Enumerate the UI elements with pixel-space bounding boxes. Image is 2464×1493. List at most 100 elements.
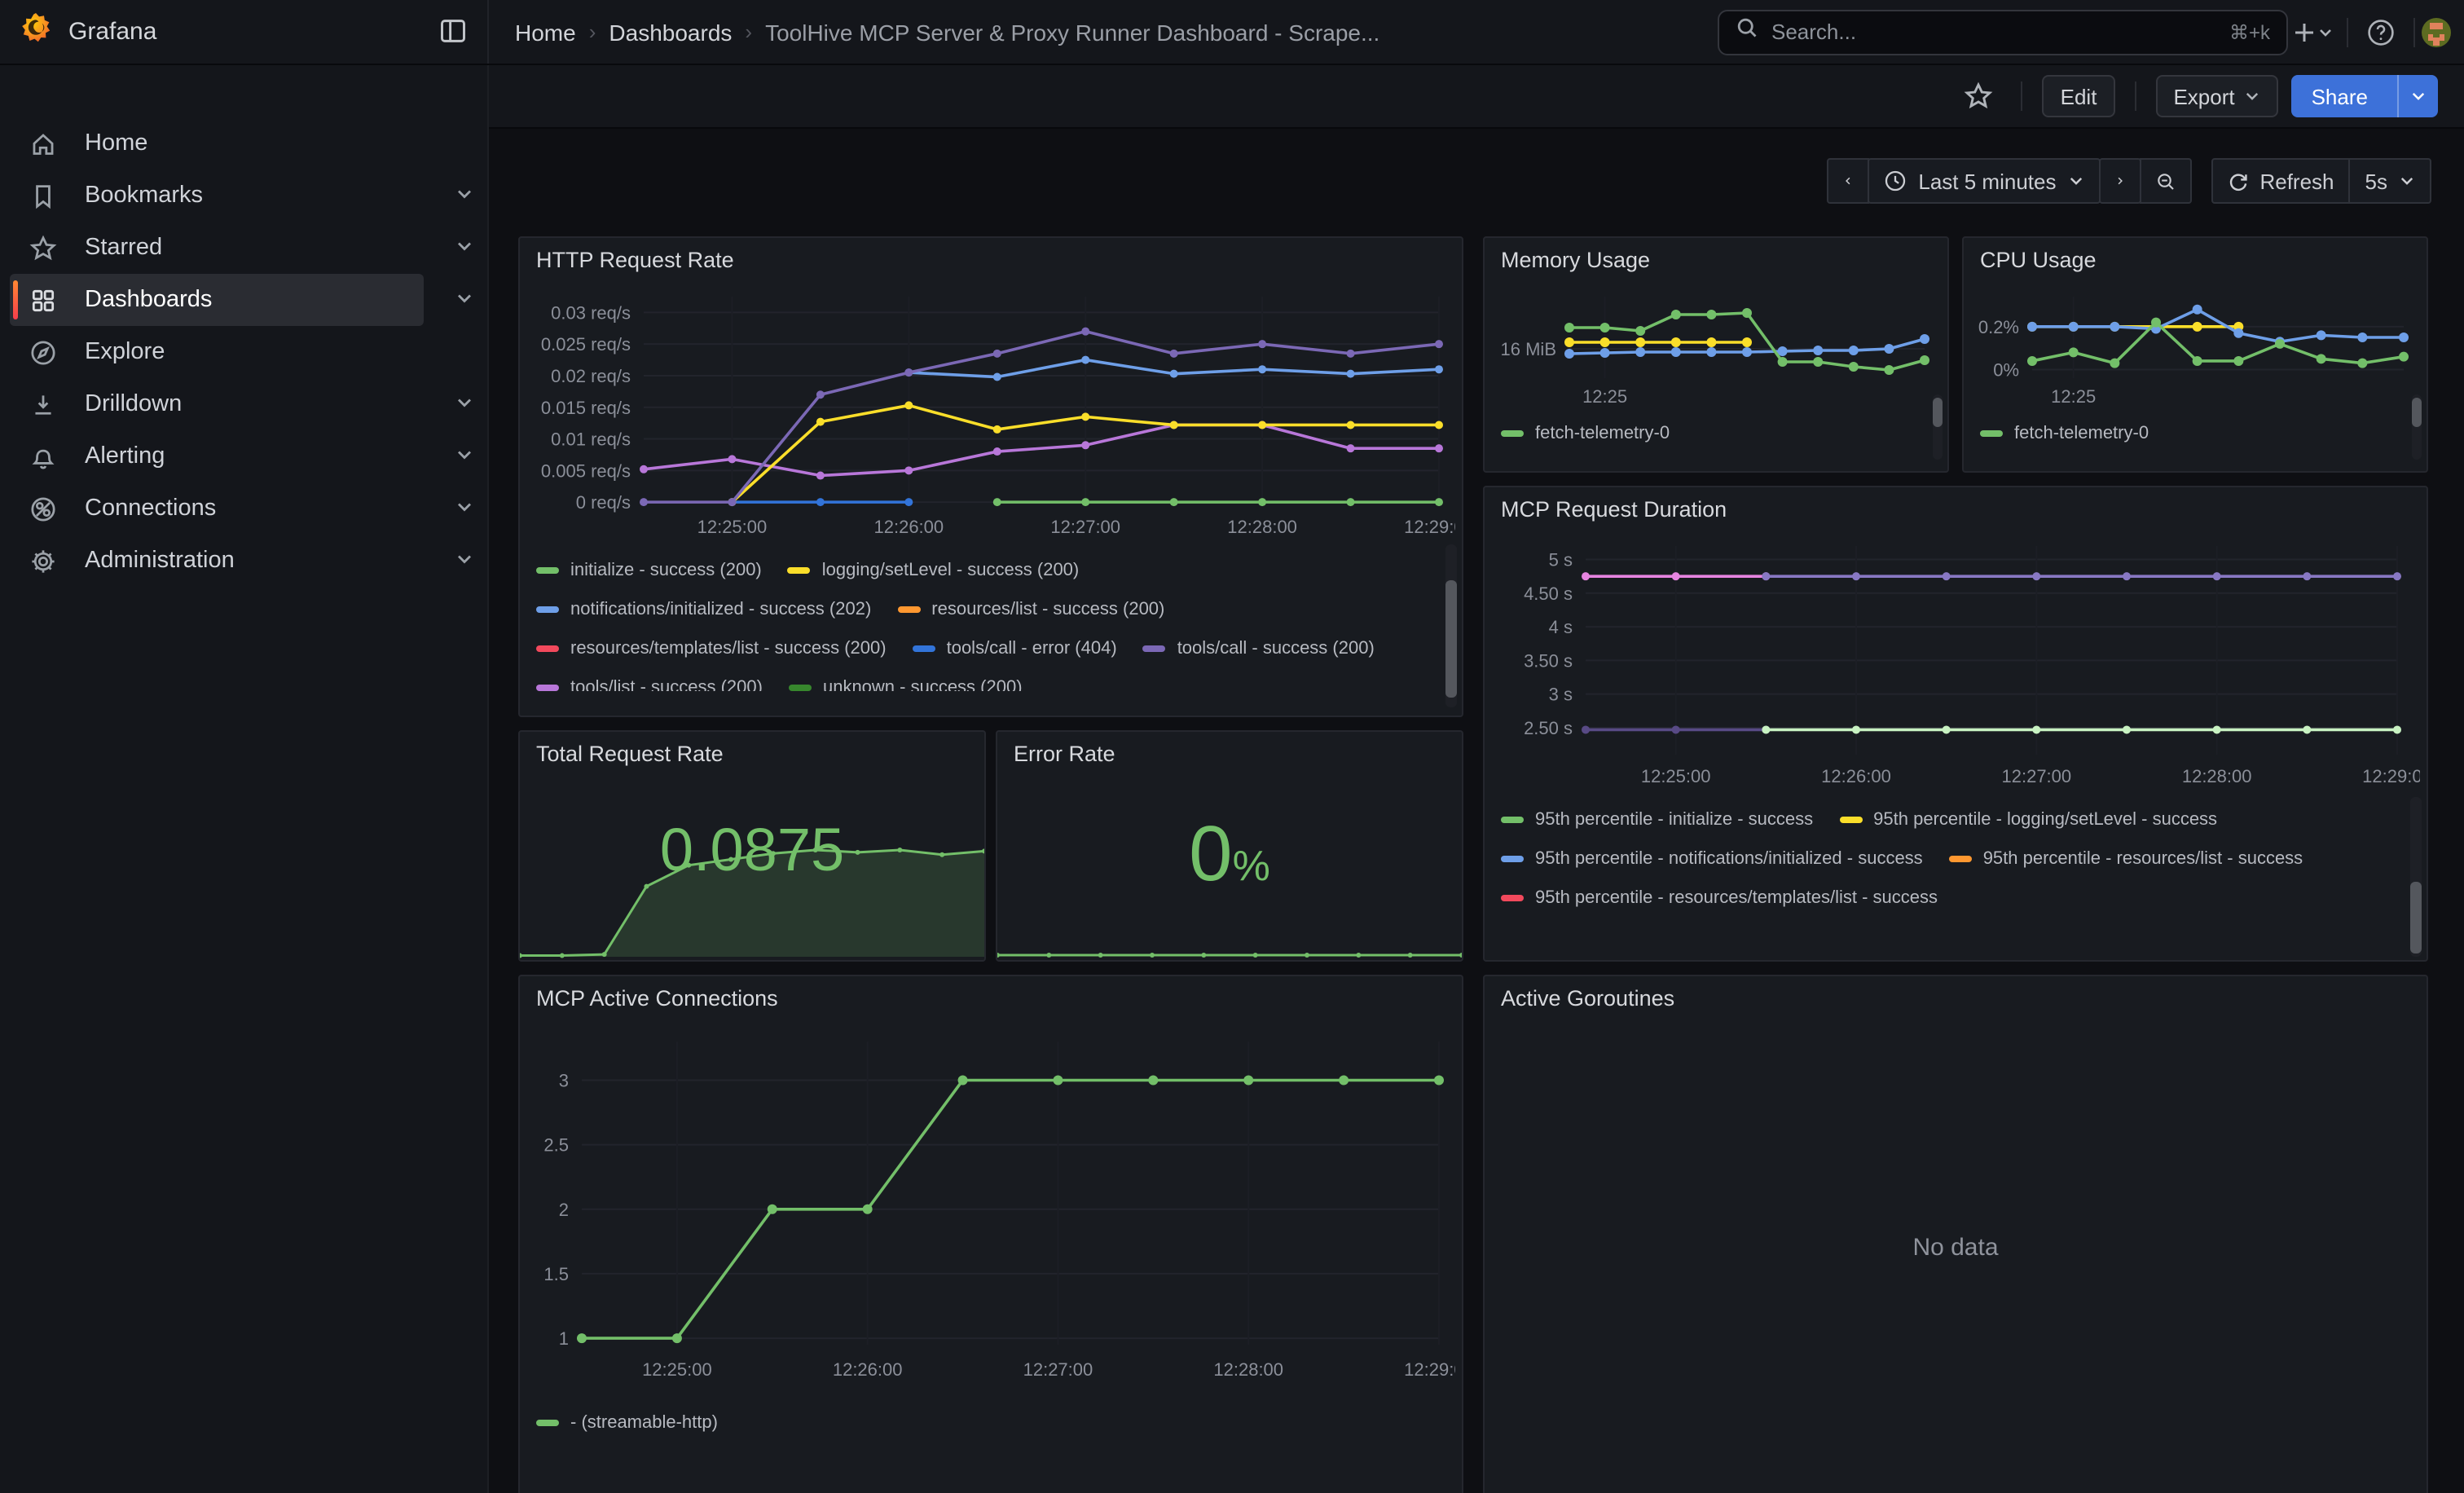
total-request-rate-value: 0.0875 [520, 817, 984, 885]
legend-item[interactable]: 95th percentile - initialize - success [1501, 800, 1813, 839]
legend-item[interactable]: fetch-telemetry-0 [1980, 414, 2149, 453]
chevron-down-icon[interactable] [453, 287, 479, 313]
panel-title[interactable]: HTTP Request Rate [536, 248, 734, 272]
sidebar-item-administration[interactable]: Administration [10, 535, 424, 587]
toolbar-divider [2134, 81, 2136, 111]
share-options-chevron[interactable] [2397, 75, 2438, 117]
legend-item[interactable]: tools/call - success (200) [1143, 629, 1375, 668]
svg-text:12:29:00: 12:29:00 [1404, 1359, 1455, 1380]
plug-icon [29, 495, 62, 522]
sidebar-item-home[interactable]: Home [10, 117, 424, 170]
panel-total-request-rate[interactable]: Total Request Rate 0.0875 [518, 730, 986, 962]
legend-item[interactable]: logging/setLevel - success (200) [788, 551, 1080, 590]
legend-item[interactable]: unknown - success (200) [789, 668, 1023, 691]
apps-icon [29, 286, 62, 314]
refresh-button[interactable]: Refresh [2211, 158, 2350, 204]
legend-item[interactable]: 95th percentile - notifications/initiali… [1501, 839, 1923, 879]
panel-title[interactable]: MCP Active Connections [536, 986, 778, 1011]
zoom-out-button[interactable] [2139, 158, 2191, 204]
svg-text:12:28:00: 12:28:00 [1227, 517, 1297, 537]
sidebar-item-starred[interactable]: Starred [10, 222, 424, 274]
panel-active-goroutines[interactable]: Active Goroutines No data [1483, 975, 2428, 1493]
chevron-down-icon[interactable] [453, 235, 479, 261]
chevron-down-icon[interactable] [453, 391, 479, 417]
search-icon [1736, 16, 1758, 47]
sidebar-item-dashboards[interactable]: Dashboards [10, 274, 424, 326]
legend-scrollbar-thumb[interactable] [1445, 580, 1457, 698]
legend-color-pill [1949, 856, 1972, 862]
legend-scrollbar-thumb[interactable] [2410, 882, 2422, 953]
legend-item[interactable]: 95th percentile - logging/setLevel - suc… [1839, 800, 2217, 839]
add-new-button[interactable] [2288, 6, 2340, 58]
panel-error-rate[interactable]: Error Rate 0% [996, 730, 1463, 962]
panel-memory-usage[interactable]: Memory Usage 16 MiB12:25 fetch-telemetry… [1483, 236, 1949, 473]
svg-text:0.2%: 0.2% [1978, 317, 2019, 337]
nav-actions: ⌘+k [1718, 6, 2464, 58]
legend-item[interactable]: 95th percentile - resources/list - succe… [1949, 839, 2303, 879]
legend-item[interactable]: resources/templates/list - success (200) [536, 629, 887, 668]
breadcrumb-item[interactable]: Home [515, 19, 576, 45]
share-button[interactable]: Share [2292, 75, 2438, 117]
panel-mcp-active-connections[interactable]: MCP Active Connections 11.522.5312:25:00… [518, 975, 1463, 1493]
sidebar-item-connections[interactable]: Connections [10, 482, 424, 535]
panel-http-request-rate[interactable]: HTTP Request Rate 0 req/s0.005 req/s0.01… [518, 236, 1463, 717]
svg-text:4 s: 4 s [1549, 617, 1573, 637]
memory-legend: fetch-telemetry-0 [1501, 414, 1892, 456]
panel-mcp-request-duration[interactable]: MCP Request Duration 2.50 s3 s3.50 s4 s4… [1483, 486, 2428, 962]
panel-title[interactable]: Memory Usage [1501, 248, 1650, 272]
panel-title[interactable]: Error Rate [1014, 742, 1115, 766]
favorite-star-icon[interactable] [1956, 73, 2002, 119]
search-input-wrapper[interactable]: ⌘+k [1718, 9, 2288, 55]
legend-color-pill [897, 606, 920, 613]
panel-title[interactable]: MCP Request Duration [1501, 497, 1727, 522]
edit-button[interactable]: Edit [2043, 75, 2115, 117]
svg-text:12:25:00: 12:25:00 [697, 517, 768, 537]
panel-cpu-usage[interactable]: CPU Usage 0.2%0%12:25 fetch-telemetry-0 [1962, 236, 2428, 473]
legend-item[interactable]: initialize - success (200) [536, 551, 762, 590]
export-button[interactable]: Export [2155, 75, 2278, 117]
chevron-down-icon[interactable] [453, 548, 479, 574]
legend-item[interactable]: tools/list - success (200) [536, 668, 763, 691]
legend-item[interactable]: notifications/initialized - success (202… [536, 590, 871, 629]
refresh-interval-picker[interactable]: 5s [2349, 158, 2431, 204]
svg-text:12:26:00: 12:26:00 [1821, 766, 1891, 786]
legend-item[interactable]: fetch-telemetry-0 [1501, 414, 1670, 453]
svg-text:12:27:00: 12:27:00 [2002, 766, 2072, 786]
grafana-logo[interactable] [20, 11, 52, 52]
time-shift-forward-button[interactable] [2098, 158, 2141, 204]
brand-title: Grafana [68, 18, 156, 46]
legend-scrollbar-thumb[interactable] [1933, 398, 1943, 427]
sidebar-item-label: Starred [85, 235, 162, 261]
svg-text:12:29:00: 12:29:00 [2362, 766, 2420, 786]
user-avatar[interactable] [2422, 17, 2451, 46]
help-icon[interactable] [2355, 6, 2407, 58]
legend-color-pill [536, 1420, 559, 1426]
sidebar-item-explore[interactable]: Explore [10, 326, 424, 378]
legend-color-pill [1980, 430, 2003, 437]
panel-title[interactable]: Active Goroutines [1501, 986, 1674, 1011]
sidebar-item-alerting[interactable]: Alerting [10, 430, 424, 482]
time-range-picker[interactable]: Last 5 minutes [1868, 158, 2100, 204]
sidebar-toggle-icon[interactable] [438, 16, 468, 54]
bell-icon [29, 443, 62, 470]
breadcrumb-separator: › [745, 20, 752, 44]
legend-scrollbar-thumb[interactable] [2412, 398, 2422, 427]
search-input[interactable] [1771, 20, 2216, 44]
panel-title[interactable]: Total Request Rate [536, 742, 724, 766]
svg-text:1.5: 1.5 [543, 1264, 569, 1284]
chevron-down-icon[interactable] [453, 495, 479, 522]
sidebar-item-drilldown[interactable]: Drilldown [10, 378, 424, 430]
breadcrumb-item[interactable]: Dashboards [609, 19, 732, 45]
sidebar-item-bookmarks[interactable]: Bookmarks [10, 170, 424, 222]
legend-item[interactable]: resources/list - success (200) [897, 590, 1164, 629]
svg-text:0.015 req/s: 0.015 req/s [541, 398, 631, 418]
legend-item[interactable]: - (streamable-http) [536, 1403, 718, 1442]
legend-item[interactable]: 95th percentile - resources/templates/li… [1501, 879, 1938, 918]
chevron-down-icon [2245, 88, 2261, 104]
time-shift-back-button[interactable] [1827, 158, 1869, 204]
panel-title[interactable]: CPU Usage [1980, 248, 2097, 272]
chevron-down-icon[interactable] [453, 183, 479, 209]
legend-item[interactable]: tools/call - error (404) [913, 629, 1117, 668]
breadcrumb-item: ToolHive MCP Server & Proxy Runner Dashb… [765, 19, 1379, 45]
chevron-down-icon[interactable] [453, 443, 479, 469]
